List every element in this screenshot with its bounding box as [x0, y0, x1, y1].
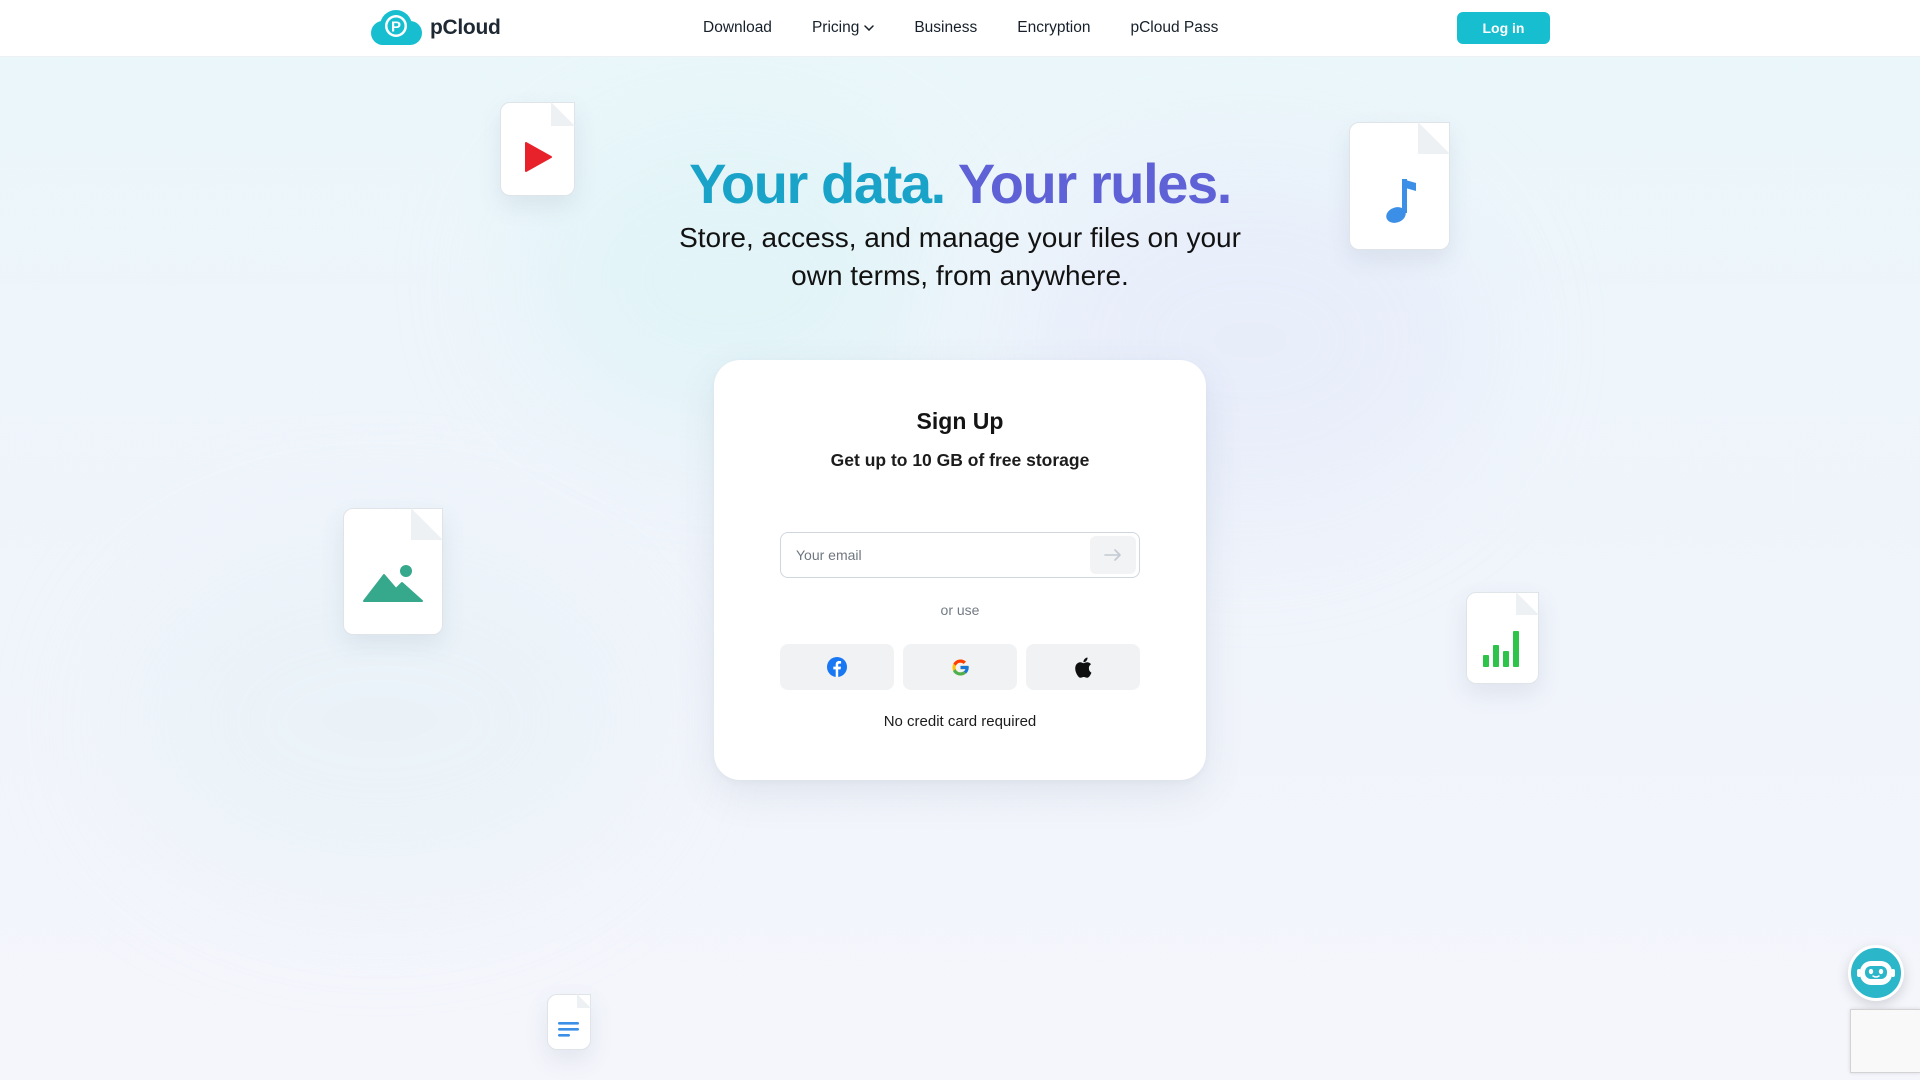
document-file-icon — [547, 994, 591, 1050]
nav-label: Pricing — [811, 19, 860, 36]
nav-item-pricing[interactable]: Pricing — [792, 0, 894, 56]
email-input[interactable] — [781, 533, 1081, 577]
video-file-icon — [500, 102, 575, 196]
image-file-icon — [343, 508, 443, 635]
chat-widget-button[interactable] — [1848, 945, 1904, 1001]
brand-name: pCloud — [430, 16, 501, 39]
no-credit-card-note: No credit card required — [883, 713, 1037, 730]
email-field-wrapper — [780, 532, 1140, 578]
logo-letter: P — [391, 19, 401, 36]
nav-item-download[interactable]: Download — [683, 0, 792, 56]
login-button[interactable]: Log in — [1457, 12, 1550, 44]
email-submit-button[interactable] — [1090, 536, 1136, 574]
recaptcha-badge[interactable] — [1850, 1009, 1920, 1073]
signup-subtitle: Get up to 10 GB of free storage — [830, 450, 1090, 470]
apple-login-button[interactable] — [1026, 644, 1140, 690]
google-icon — [951, 658, 969, 676]
arrow-right-icon — [1104, 549, 1121, 561]
chat-bot-icon — [1857, 961, 1895, 985]
facebook-login-button[interactable] — [780, 644, 894, 690]
hero-title-part1: Your data. — [689, 152, 946, 215]
or-use-divider: or use — [940, 602, 980, 618]
google-login-button[interactable] — [903, 644, 1017, 690]
nav-label: Download — [703, 19, 772, 36]
text-lines-icon — [558, 1022, 579, 1037]
music-file-icon — [1349, 122, 1450, 250]
music-note-icon — [1386, 179, 1416, 223]
nav-item-encryption[interactable]: Encryption — [997, 0, 1110, 56]
main-nav: Download Pricing Business Encryption pCl… — [683, 0, 1238, 56]
signup-title: Sign Up — [916, 408, 1004, 434]
nav-item-business[interactable]: Business — [894, 0, 997, 56]
chart-file-icon — [1466, 592, 1539, 684]
apple-icon — [1075, 657, 1092, 678]
play-icon — [525, 142, 552, 172]
chevron-down-icon — [864, 25, 875, 31]
hero-title: Your data. Your rules. — [0, 148, 1920, 220]
pcloud-logo[interactable]: P pCloud — [370, 9, 501, 47]
nav-label: Encryption — [1017, 19, 1091, 36]
signup-card: Sign Up Get up to 10 GB of free storage … — [714, 360, 1206, 780]
top-navigation-bar: P pCloud Download Pricing Business Encry… — [0, 0, 1920, 57]
hero-subtitle: Store, access, and manage your files on … — [679, 222, 1241, 291]
mountain-image-icon — [363, 565, 423, 602]
hero-title-part2: Your rules. — [957, 152, 1232, 215]
bar-chart-icon — [1483, 631, 1519, 667]
facebook-icon — [827, 657, 847, 677]
social-login-row — [780, 644, 1140, 690]
nav-label: pCloud Pass — [1130, 19, 1219, 36]
pcloud-logo-icon: P — [371, 10, 422, 45]
nav-item-pcloud-pass[interactable]: pCloud Pass — [1110, 0, 1238, 56]
nav-label: Business — [914, 19, 978, 36]
